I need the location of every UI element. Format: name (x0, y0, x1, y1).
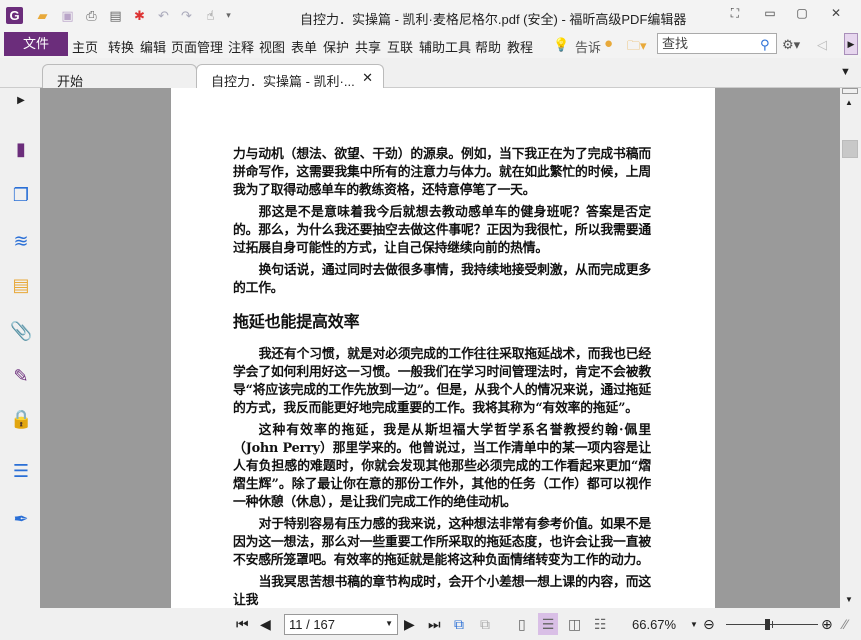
form-fields-icon[interactable]: ☰ (10, 460, 32, 482)
scroll-right-button[interactable]: ▶ (844, 33, 858, 55)
heart-icon[interactable]: ● (604, 35, 613, 52)
customize-dropdown-icon[interactable]: ▾ (220, 7, 237, 24)
paragraph: 对于特别容易有压力感的我来说，这种想法非常有参考价值。如果不是因为这一想法，那么… (233, 517, 651, 568)
vertical-scrollbar[interactable]: ▲ ▼ (840, 88, 861, 608)
first-page-icon[interactable]: ⏮ (236, 616, 249, 633)
section-heading: 拖延也能提高效率 (233, 312, 360, 331)
signature-icon[interactable]: ✎ (10, 365, 32, 387)
layers-icon[interactable]: ≋ (10, 230, 32, 252)
page-number-input[interactable]: 11 / 167 ▼ (284, 614, 398, 635)
document-view: 力与动机（想法、欲望、干劲）的源泉。例如，当下我正在为了完成书稿而拼命写作，这需… (40, 88, 840, 608)
search-icon[interactable]: ⚲ (760, 37, 770, 53)
menu-home[interactable]: 主页 (72, 37, 98, 56)
scrollbar-thumb[interactable] (842, 140, 858, 158)
close-button[interactable]: ✕ (826, 6, 846, 24)
comments-icon[interactable]: ▤ (10, 274, 32, 296)
zoom-out-icon[interactable]: ⊖ (703, 616, 715, 633)
scroll-left-icon[interactable]: ◁ (817, 37, 827, 53)
tab-start[interactable]: 开始 (42, 64, 197, 89)
ribbon-menu: 文件 主页 转换 编辑 页面管理 注释 视图 表单 保护 共享 互联 辅助工具 … (0, 32, 861, 58)
scroll-up-icon[interactable]: ▲ (845, 98, 853, 107)
status-bar: ⏮ ◀ 11 / 167 ▼ ▶ ⏭ ⧉ ⧉ ▯ ☰ ◫ ☷ 66.67% ▼ ⊖… (0, 608, 861, 640)
save-icon[interactable]: ▣ (59, 7, 76, 24)
search-input[interactable]: 查找 (657, 33, 777, 54)
next-view-icon[interactable]: ⧉ (480, 616, 490, 633)
menu-edit[interactable]: 编辑 (140, 37, 166, 56)
zoom-in-icon[interactable]: ⊕ (821, 616, 833, 633)
document-tabs: 开始 自控力．实操篇 - 凯利·... ✕ ▼ (0, 62, 861, 89)
menu-protect[interactable]: 保护 (323, 37, 349, 56)
paragraph: 我还有个习惯，就是对必须完成的工作往往采取拖延战术，而我也已经学会了如何利用好这… (233, 347, 651, 416)
previous-view-icon[interactable]: ⧉ (454, 616, 464, 633)
search-folder-icon[interactable]: 🗀▾ (627, 37, 647, 59)
next-page-icon[interactable]: ▶ (404, 616, 415, 633)
paragraph: 当我冥思苦想书稿的章节构成时，会开个小差想一想上课的内容，而这让我 (233, 575, 651, 608)
menu-comment[interactable]: 注释 (228, 37, 254, 56)
window-title: 自控力．实操篇 - 凯利·麦格尼格尔.pdf (安全) - 福昕高级PDF编辑器 (300, 12, 687, 27)
attachment-icon[interactable]: 📎 (10, 320, 32, 342)
app-logo-icon: G (6, 7, 23, 24)
menu-help[interactable]: 帮助 (475, 37, 501, 56)
paragraph: 那这是不是意味着我今后就想去教动感单车的健身班呢？答案是否定的。那么，为什么我还… (233, 205, 651, 256)
menu-page-management[interactable]: 页面管理 (171, 37, 223, 56)
file-menu[interactable]: 文件 (4, 32, 68, 56)
certify-icon[interactable]: ✒ (10, 508, 32, 530)
maximize-button[interactable]: ▢ (792, 6, 812, 24)
page-number: 11 / 167 (289, 617, 336, 632)
resize-grip-icon[interactable]: ⁄⁄ (843, 616, 848, 632)
navigation-panel: ▶ ▮ ❐ ≋ ▤ 📎 ✎ 🔒 ☰ ✒ (0, 88, 40, 608)
continuous-facing-icon[interactable]: ☷ (594, 616, 607, 633)
menu-view[interactable]: 视图 (259, 37, 285, 56)
pdf-page: 力与动机（想法、欲望、干劲）的源泉。例如，当下我正在为了完成书稿而拼命写作，这需… (171, 88, 715, 608)
menu-share[interactable]: 共享 (355, 37, 381, 56)
redo-icon[interactable]: ↷ (178, 7, 195, 24)
open-icon[interactable]: ▰ (34, 7, 51, 24)
security-lock-icon[interactable]: 🔒 (10, 408, 32, 430)
title-bar: G ▰ ▣ ⎙ ▤ ✱ ↶ ↷ ☝ ▾ 自控力．实操篇 - 凯利·麦格尼格尔.p… (0, 0, 861, 32)
paragraph: 力与动机（想法、欲望、干劲）的源泉。例如，当下我正在为了完成书稿而拼命写作，这需… (233, 147, 651, 198)
scroll-down-icon[interactable]: ▼ (845, 595, 853, 604)
zoom-level[interactable]: 66.67% (632, 617, 676, 632)
page-content: 力与动机（想法、欲望、干劲）的源泉。例如，当下我正在为了完成书稿而拼命写作，这需… (233, 146, 651, 608)
expand-panel-icon[interactable]: ▶ (10, 90, 32, 112)
close-tab-icon[interactable]: ✕ (362, 70, 373, 86)
split-handle[interactable] (842, 88, 858, 94)
paragraph: 这种有效率的拖延，我是从斯坦福大学哲学系名誉教授约翰·佩里（John Perry… (233, 423, 651, 510)
zoom-slider[interactable] (726, 619, 818, 630)
fullscreen-icon[interactable]: ⛶ (725, 6, 745, 24)
last-page-icon[interactable]: ⏭ (428, 616, 441, 633)
continuous-page-icon[interactable]: ☰ (538, 613, 558, 635)
thumbnails-icon[interactable]: ❐ (10, 184, 32, 206)
tab-document[interactable]: 自控力．实操篇 - 凯利·... ✕ (196, 64, 384, 89)
menu-form[interactable]: 表单 (291, 37, 317, 56)
menu-convert[interactable]: 转换 (108, 37, 134, 56)
tell-me[interactable]: 告诉 (575, 37, 601, 56)
settings-icon[interactable]: ⚙▾ (782, 37, 800, 53)
previous-page-icon[interactable]: ◀ (260, 616, 271, 633)
zoom-slider-tick (772, 621, 773, 628)
tab-label: 自控力．实操篇 - 凯利·... (211, 74, 355, 89)
tab-label: 开始 (57, 74, 84, 89)
zoom-dropdown-icon[interactable]: ▼ (690, 620, 698, 629)
new-icon[interactable]: ✱ (131, 7, 148, 24)
facing-pages-icon[interactable]: ◫ (568, 616, 581, 633)
properties-icon[interactable]: ▤ (107, 7, 124, 24)
page-icon[interactable]: ▮ (10, 138, 32, 160)
zoom-slider-thumb[interactable] (765, 619, 771, 630)
undo-icon[interactable]: ↶ (155, 7, 172, 24)
paragraph: 换句话说，通过同时去做很多事情，我持续地接受刺激，从而完成更多的工作。 (233, 263, 651, 296)
hand-tool-icon[interactable]: ☝ (202, 7, 219, 24)
lightbulb-icon[interactable]: 💡 (553, 37, 569, 53)
tab-list-dropdown-icon[interactable]: ▼ (840, 66, 851, 78)
menu-accessibility[interactable]: 辅助工具 (419, 37, 471, 56)
print-icon[interactable]: ⎙ (83, 7, 100, 24)
menu-tutorial[interactable]: 教程 (507, 37, 533, 56)
minimize-button[interactable]: ▭ (760, 6, 780, 24)
menu-connect[interactable]: 互联 (387, 37, 413, 56)
single-page-icon[interactable]: ▯ (518, 616, 526, 633)
